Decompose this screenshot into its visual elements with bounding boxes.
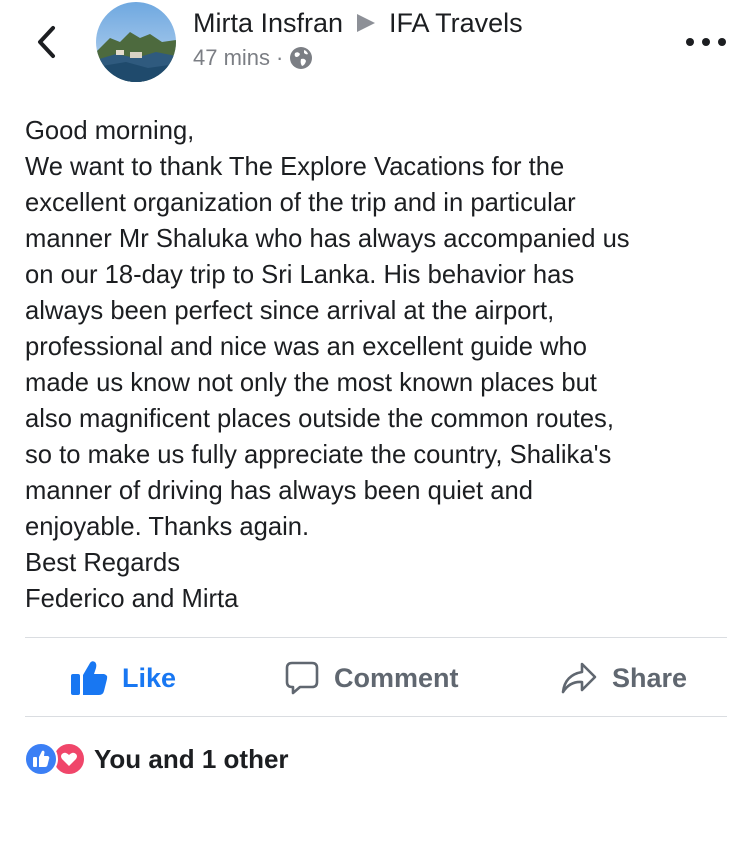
post-line: Good morning, (25, 117, 195, 145)
post-line: on our 18-day trip to Sri Lanka. His beh… (25, 261, 575, 289)
more-dot-icon (686, 38, 694, 46)
comment-button[interactable]: Comment (284, 658, 459, 698)
caret-right-icon (357, 14, 376, 32)
author-name[interactable]: Mirta Insfran (193, 6, 343, 40)
post-line: Federico and Mirta (25, 585, 239, 613)
post-line: so to make us fully appreciate the count… (25, 441, 612, 469)
avatar-image (96, 2, 176, 82)
post-line: excellent organization of the trip and i… (25, 189, 576, 217)
post-meta: 47 mins · (193, 44, 523, 72)
share-button[interactable]: Share (560, 658, 687, 698)
target-page-name[interactable]: IFA Travels (389, 6, 523, 40)
reaction-icons (24, 742, 86, 776)
post-line: We want to thank The Explore Vacations f… (25, 153, 565, 181)
globe-icon (290, 47, 313, 69)
avatar[interactable] (96, 2, 176, 82)
chevron-left-icon (38, 26, 55, 58)
post-line: manner Mr Shaluka who has always accompa… (25, 225, 630, 253)
reaction-summary[interactable]: You and 1 other (24, 742, 289, 776)
reaction-summary-text: You and 1 other (94, 743, 289, 774)
post-title: Mirta Insfran IFA Travels (193, 6, 523, 40)
header-text: Mirta Insfran IFA Travels 47 mins · (193, 6, 523, 72)
action-bar: Like Comment Share (0, 638, 750, 718)
post-timestamp[interactable]: 47 mins (193, 44, 270, 72)
like-reaction-icon (24, 742, 58, 776)
share-icon (561, 662, 597, 694)
post-line: also magnificent places outside the comm… (25, 405, 614, 433)
post-line: Best Regards (25, 549, 181, 577)
post-header: Mirta Insfran IFA Travels 47 mins · (0, 0, 750, 100)
more-options-button[interactable] (686, 34, 726, 50)
meta-separator: · (276, 45, 284, 70)
post-line: made us know not only the most known pla… (25, 369, 597, 397)
like-label: Like (122, 662, 177, 693)
more-dot-icon (718, 38, 726, 46)
post-text: Good morning, We want to thank The Explo… (25, 113, 725, 617)
comment-icon (285, 661, 319, 695)
more-dot-icon (702, 38, 710, 46)
divider (25, 716, 727, 717)
post-line: professional and nice was an excellent g… (25, 333, 588, 361)
back-button[interactable] (28, 22, 64, 62)
comment-label: Comment (334, 662, 459, 693)
post-line: enjoyable. Thanks again. (25, 513, 310, 541)
post-line: manner of driving has always been quiet … (25, 477, 533, 505)
thumbs-up-icon (71, 661, 108, 695)
like-button[interactable]: Like (70, 658, 176, 698)
share-label: Share (612, 662, 688, 693)
post-line: always been perfect since arrival at the… (25, 297, 555, 325)
